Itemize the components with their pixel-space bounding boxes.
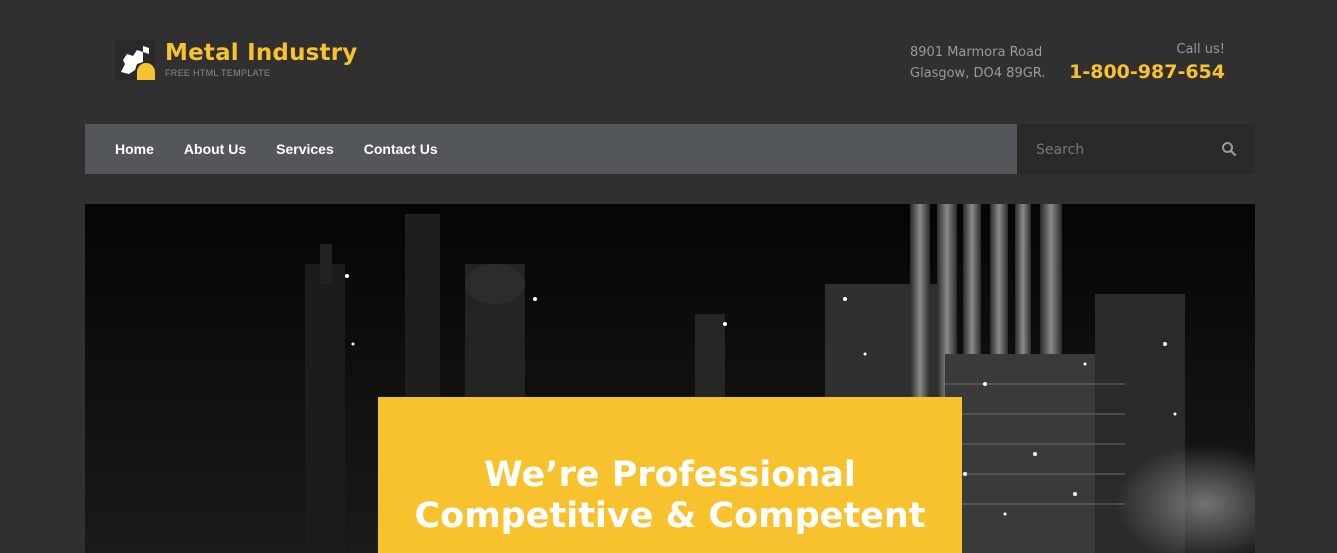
nav-item-contact-us[interactable]: Contact Us [364, 141, 438, 157]
address: 8901 Marmora Road Glasgow, DO4 89GR. [910, 42, 1046, 84]
logo[interactable]: Metal Industry FREE HTML TEMPLATE [115, 40, 358, 81]
brand-subtitle: FREE HTML TEMPLATE [165, 68, 271, 78]
hero-banner: We’re Professional Competitive & Compete… [85, 204, 1255, 553]
search-bar [1017, 124, 1255, 176]
brand-title: Metal Industry [165, 40, 358, 66]
address-line-2: Glasgow, DO4 89GR. [910, 66, 1046, 81]
gear-logo-icon [115, 40, 155, 81]
call-label: Call us! [1176, 42, 1225, 57]
headline-line-2: Competitive & Competent [414, 496, 926, 536]
search-input[interactable] [1017, 124, 1228, 176]
site-header: Metal Industry FREE HTML TEMPLATE 8901 M… [0, 0, 1337, 124]
headline-box: We’re Professional Competitive & Compete… [378, 397, 962, 553]
search-icon[interactable] [1221, 141, 1237, 157]
main-nav: Home About Us Services Contact Us [85, 124, 1017, 174]
nav-item-services[interactable]: Services [276, 141, 334, 157]
address-line-1: 8901 Marmora Road [910, 45, 1043, 60]
headline-line-1: We’re Professional [484, 455, 856, 495]
nav-item-about-us[interactable]: About Us [184, 141, 246, 157]
phone-number[interactable]: 1-800-987-654 [1069, 61, 1225, 83]
nav-item-home[interactable]: Home [115, 141, 154, 157]
call-block: Call us! 1-800-987-654 [1069, 42, 1225, 83]
